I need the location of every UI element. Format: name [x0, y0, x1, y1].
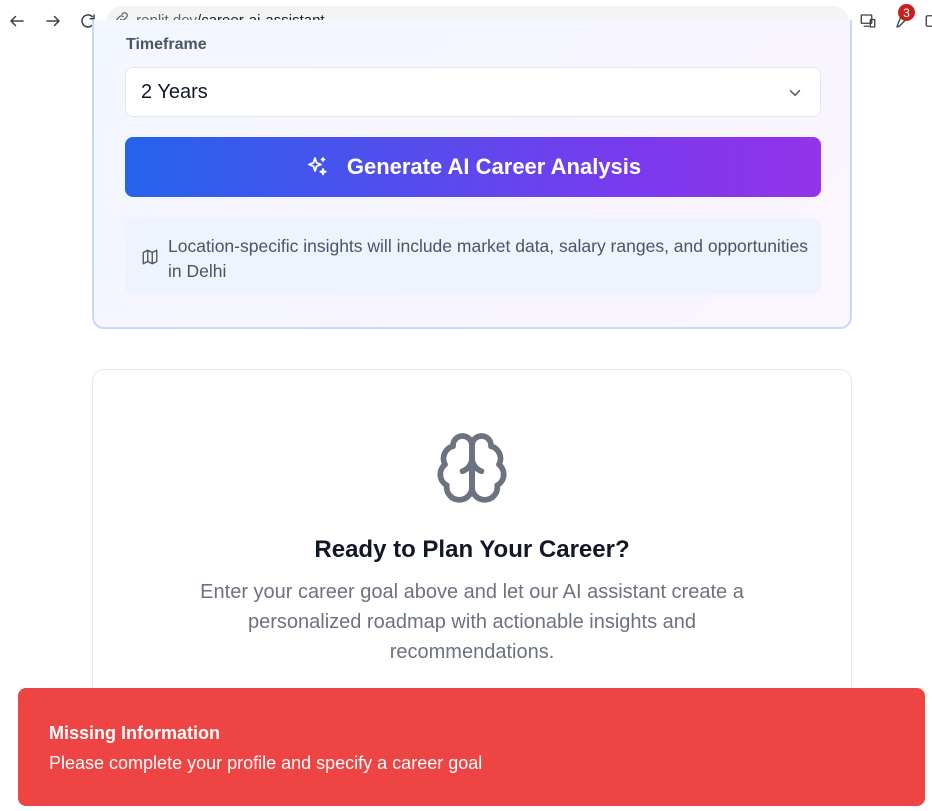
map-icon: [141, 248, 159, 266]
location-info-box: Location-specific insights will include …: [125, 218, 821, 295]
career-form-card: Timeframe 2 Years Generate AI Career Ana…: [92, 20, 852, 329]
extensions-badge: 3: [898, 4, 915, 21]
timeframe-value: 2 Years: [141, 80, 208, 103]
empty-state-title: Ready to Plan Your Career?: [314, 536, 630, 563]
forward-arrow-icon[interactable]: [42, 10, 64, 32]
brain-icon: [434, 430, 510, 506]
timeframe-select[interactable]: 2 Years: [125, 67, 821, 117]
window-icon[interactable]: [922, 10, 932, 32]
chevron-down-icon: [786, 84, 804, 102]
toast-message: Please complete your profile and specify…: [49, 753, 483, 773]
device-icon[interactable]: [857, 10, 879, 32]
generate-analysis-button[interactable]: Generate AI Career Analysis: [125, 137, 821, 197]
sparkles-icon: [305, 155, 329, 179]
toast-title: Missing Information: [49, 723, 220, 743]
empty-state-description: Enter your career goal above and let our…: [200, 581, 744, 663]
back-arrow-icon[interactable]: [6, 10, 28, 32]
error-toast[interactable]: Missing Information Please complete your…: [18, 688, 925, 806]
empty-state-card: Ready to Plan Your Career? Enter your ca…: [92, 369, 852, 729]
location-info-text: Location-specific insights will include …: [168, 236, 809, 281]
timeframe-label: Timeframe: [126, 36, 207, 53]
generate-button-label: Generate AI Career Analysis: [346, 154, 642, 179]
